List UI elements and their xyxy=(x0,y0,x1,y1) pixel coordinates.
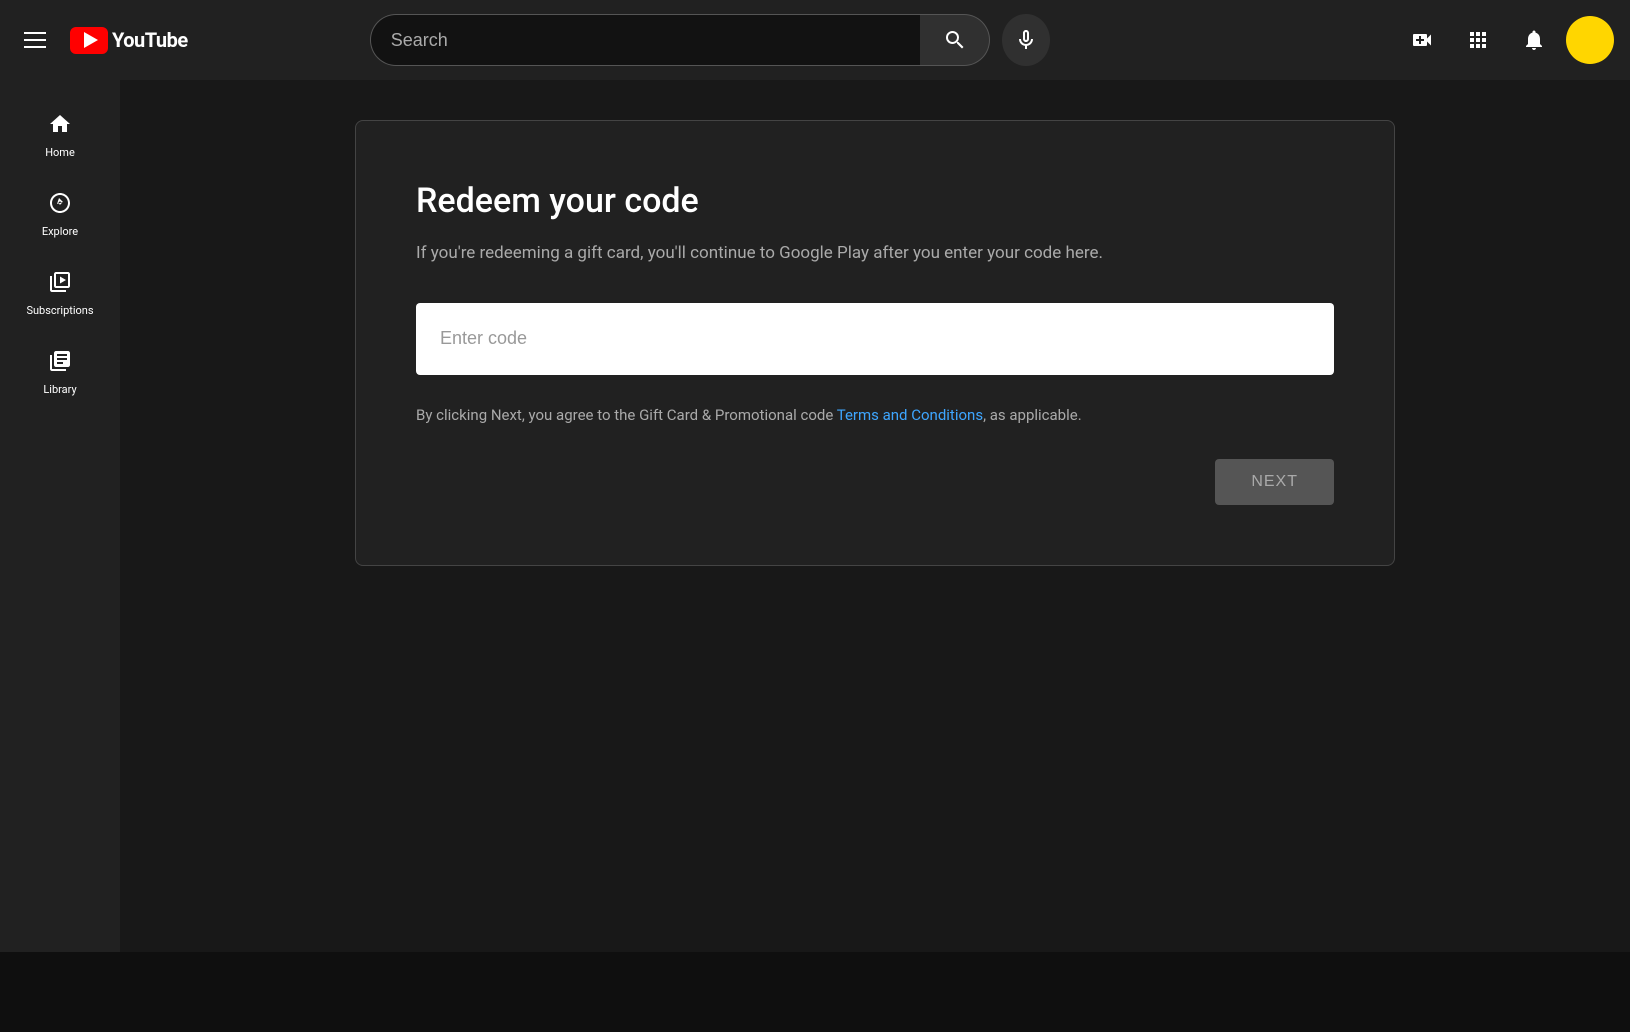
avatar-button[interactable] xyxy=(1566,16,1614,64)
main-content: Redeem your code If you're redeeming a g… xyxy=(120,80,1630,952)
search-button[interactable] xyxy=(920,14,990,66)
search-form xyxy=(370,14,991,66)
library-icon xyxy=(48,349,72,377)
youtube-logo-text: YouTube xyxy=(112,28,188,52)
create-icon xyxy=(1410,28,1434,52)
sidebar-item-home[interactable]: Home xyxy=(0,96,120,175)
mic-button[interactable] xyxy=(1002,14,1049,66)
youtube-logo[interactable]: YouTube xyxy=(70,27,188,54)
next-btn-row: NEXT xyxy=(416,459,1334,505)
header: YouTube xyxy=(0,0,1630,80)
sidebar-item-library[interactable]: Library xyxy=(0,333,120,412)
youtube-logo-icon xyxy=(70,27,108,54)
search-icon xyxy=(943,28,967,52)
search-input[interactable] xyxy=(370,14,921,66)
apps-icon xyxy=(1466,28,1490,52)
menu-button[interactable] xyxy=(16,24,54,56)
sidebar-library-label: Library xyxy=(43,383,76,396)
code-input[interactable] xyxy=(416,303,1334,375)
header-left: YouTube xyxy=(16,24,188,56)
create-button[interactable] xyxy=(1398,16,1446,64)
terms-after-text: , as applicable. xyxy=(983,406,1082,424)
next-button[interactable]: NEXT xyxy=(1215,459,1334,505)
sidebar-explore-label: Explore xyxy=(42,225,78,238)
redeem-title: Redeem your code xyxy=(416,181,1334,221)
explore-icon xyxy=(48,191,72,219)
sidebar-item-explore[interactable]: Explore xyxy=(0,175,120,254)
header-right xyxy=(1398,16,1614,64)
terms-before-text: By clicking Next, you agree to the Gift … xyxy=(416,406,837,424)
home-icon xyxy=(48,112,72,140)
apps-button[interactable] xyxy=(1454,16,1502,64)
sidebar-subscriptions-label: Subscriptions xyxy=(26,304,93,317)
subscriptions-icon xyxy=(48,270,72,298)
redeem-card: Redeem your code If you're redeeming a g… xyxy=(355,120,1395,566)
mic-icon xyxy=(1014,28,1038,52)
sidebar-home-label: Home xyxy=(45,146,75,159)
terms-text: By clicking Next, you agree to the Gift … xyxy=(416,403,1334,427)
sidebar: Home Explore Subscriptions Library xyxy=(0,80,120,952)
sidebar-item-subscriptions[interactable]: Subscriptions xyxy=(0,254,120,333)
bell-icon xyxy=(1522,28,1546,52)
terms-link[interactable]: Terms and Conditions xyxy=(837,406,983,424)
redeem-description: If you're redeeming a gift card, you'll … xyxy=(416,241,1236,267)
notifications-button[interactable] xyxy=(1510,16,1558,64)
search-area xyxy=(370,14,1050,66)
